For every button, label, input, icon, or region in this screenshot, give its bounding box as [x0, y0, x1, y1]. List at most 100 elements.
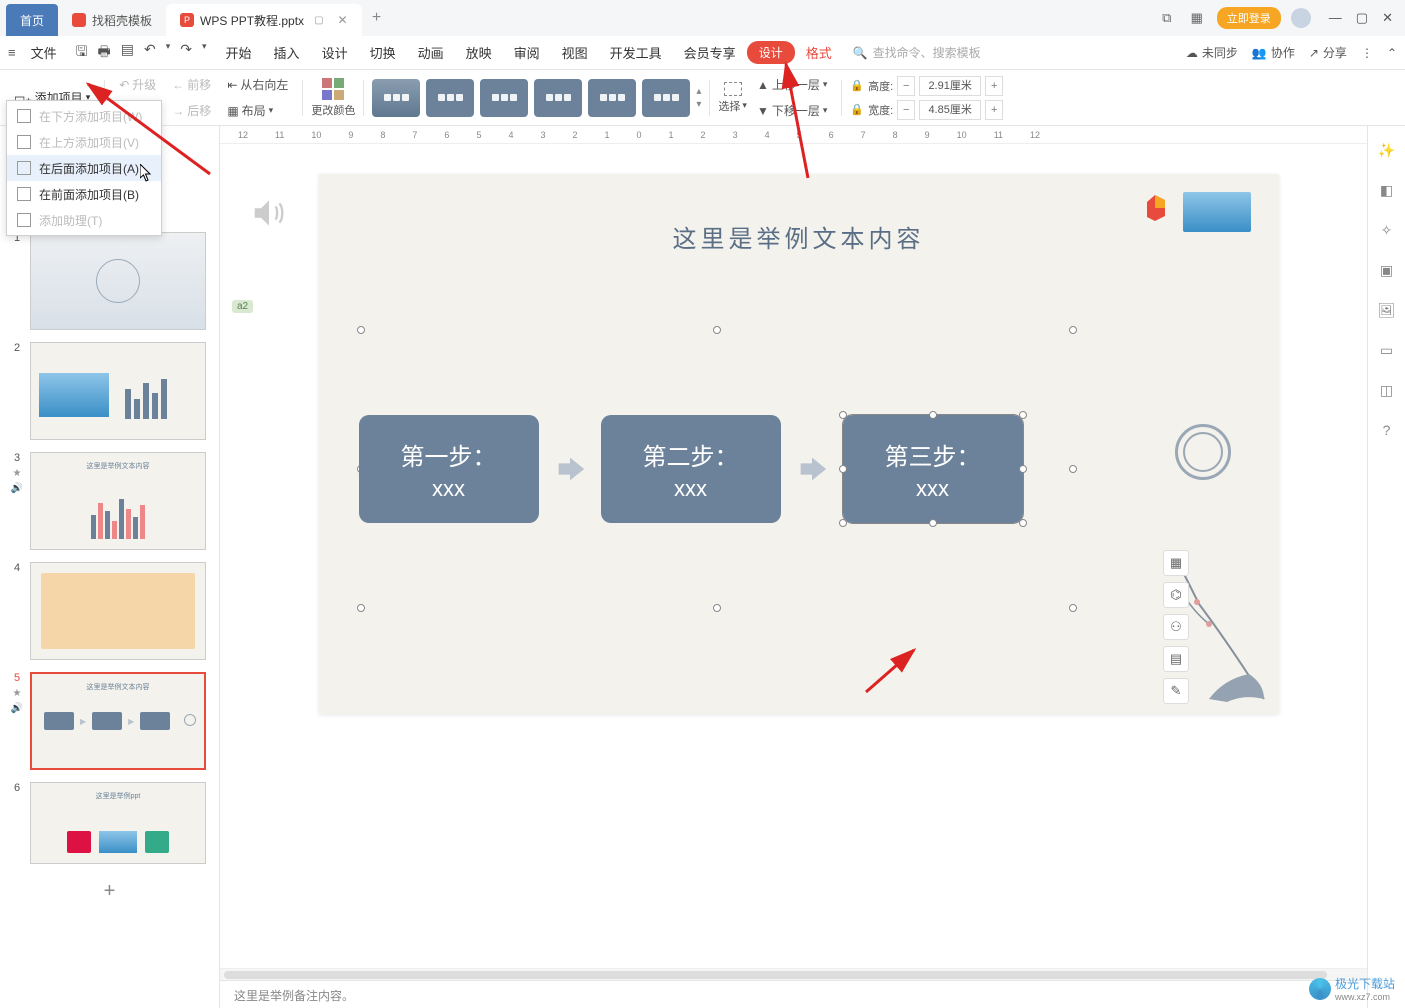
speaker-icon[interactable]: [250, 194, 288, 232]
menu-file[interactable]: 文件: [20, 43, 68, 62]
tab-close-icon[interactable]: ✕: [338, 13, 348, 27]
menu-design[interactable]: 设计: [311, 43, 359, 62]
add-slide-button[interactable]: +: [0, 870, 219, 912]
move-front-button[interactable]: ←前移: [166, 73, 217, 96]
apps-icon[interactable]: ▦: [1187, 10, 1207, 26]
select-button[interactable]: 选择▾: [718, 82, 747, 114]
layout-button[interactable]: ▦布局▾: [221, 99, 294, 122]
style-6[interactable]: [642, 79, 690, 117]
window-close[interactable]: ✕: [1382, 10, 1393, 26]
rs-style-icon[interactable]: ◧: [1377, 180, 1397, 200]
smartart-group[interactable]: 第一步：xxx 第二步：xxx 第三步：xxx: [359, 409, 1239, 529]
more-vert-icon[interactable]: ⋮: [1361, 46, 1373, 60]
dd-add-after[interactable]: 在后面添加项目(A): [7, 155, 161, 181]
width-lock-icon[interactable]: 🔒: [850, 103, 864, 116]
menu-review[interactable]: 审阅: [503, 43, 551, 62]
comment-tag[interactable]: a2: [232, 300, 253, 313]
unsync-button[interactable]: ☁未同步: [1186, 44, 1238, 61]
qat-more-icon[interactable]: ▾: [202, 41, 207, 65]
tab-home[interactable]: 首页: [6, 4, 58, 36]
login-button[interactable]: 立即登录: [1217, 7, 1281, 29]
rs-magic-icon[interactable]: ✨: [1377, 140, 1397, 160]
collapse-icon[interactable]: ⌃: [1387, 46, 1397, 60]
search-box[interactable]: 🔍 查找命令、搜索模板: [853, 44, 1023, 61]
qat-redo-icon[interactable]: ↷: [180, 41, 192, 65]
style-5[interactable]: [588, 79, 636, 117]
avatar-icon[interactable]: [1291, 8, 1311, 28]
style-1[interactable]: [372, 79, 420, 117]
style-gallery[interactable]: ▴ ▾: [372, 79, 701, 117]
menu-animation[interactable]: 动画: [407, 43, 455, 62]
tab-restore-icon[interactable]: ▢: [314, 15, 323, 26]
tab-template[interactable]: 找稻壳模板: [58, 4, 166, 36]
thumb-1[interactable]: [30, 232, 206, 330]
menu-member[interactable]: 会员专享: [673, 43, 747, 62]
horizontal-scrollbar[interactable]: [220, 968, 1367, 980]
qat-preview-icon[interactable]: ▤: [121, 41, 134, 65]
new-tab-button[interactable]: +: [362, 9, 392, 27]
ft-notes-icon[interactable]: ▤: [1163, 646, 1189, 672]
share-button[interactable]: ↗分享: [1309, 44, 1347, 61]
rs-book-icon[interactable]: ▭: [1377, 340, 1397, 360]
menu-smartart-design[interactable]: 设计: [747, 41, 795, 64]
width-plus[interactable]: +: [985, 100, 1003, 120]
rs-layout-icon[interactable]: ▣: [1377, 260, 1397, 280]
dd-add-before[interactable]: 在前面添加项目(B): [7, 181, 161, 207]
upgrade-button[interactable]: ↶升级: [113, 73, 162, 96]
menu-format[interactable]: 格式: [795, 43, 843, 62]
rs-help-icon[interactable]: ?: [1377, 420, 1397, 440]
height-input[interactable]: 2.91厘米: [919, 76, 981, 96]
style-3[interactable]: [480, 79, 528, 117]
thumb-6[interactable]: 这里是举例ppt: [30, 782, 206, 864]
coop-button[interactable]: 👥协作: [1252, 44, 1295, 61]
menu-view[interactable]: 视图: [551, 43, 599, 62]
width-minus[interactable]: −: [897, 100, 915, 120]
gallery-down-icon[interactable]: ▾: [696, 99, 701, 110]
change-color-button[interactable]: 更改颜色: [311, 78, 355, 118]
slide-title[interactable]: 这里是举例文本内容: [319, 219, 1279, 254]
height-minus[interactable]: −: [897, 76, 915, 96]
qat-undo-drop-icon[interactable]: ▾: [166, 41, 171, 65]
notes-area[interactable]: 这里是举例备注内容。: [220, 980, 1367, 1008]
window-minimize[interactable]: —: [1329, 10, 1342, 26]
style-2[interactable]: [426, 79, 474, 117]
step-box-1[interactable]: 第一步：xxx: [359, 415, 539, 523]
menu-start[interactable]: 开始: [215, 43, 263, 62]
ft-pen-icon[interactable]: ✎: [1163, 678, 1189, 704]
thumb-5[interactable]: 这里是举例文本内容▶▶: [30, 672, 206, 770]
rs-image-icon[interactable]: 🖼: [1377, 300, 1397, 320]
menu-transition[interactable]: 切换: [359, 43, 407, 62]
rs-cube-icon[interactable]: ◫: [1377, 380, 1397, 400]
dd-add-above[interactable]: 在上方添加项目(V): [7, 129, 161, 155]
layout-icon[interactable]: ⧉: [1157, 10, 1177, 26]
thumb-3[interactable]: 这里是举例文本内容: [30, 452, 206, 550]
qat-save-icon[interactable]: 🖫: [76, 41, 88, 65]
dd-add-assistant[interactable]: 添加助理(T): [7, 207, 161, 233]
ft-layout-icon[interactable]: ▦: [1163, 550, 1189, 576]
height-plus[interactable]: +: [985, 76, 1003, 96]
ft-hierarchy-icon[interactable]: ⌬: [1163, 582, 1189, 608]
slide-canvas[interactable]: 这里是举例文本内容 第一步：xxx 第二步：xxx 第三: [319, 174, 1279, 714]
rtl-button[interactable]: ⇤从右向左: [221, 73, 294, 96]
thumb-2[interactable]: [30, 342, 206, 440]
gallery-up-icon[interactable]: ▴: [696, 86, 701, 97]
step-box-3[interactable]: 第三步：xxx: [843, 415, 1023, 523]
step-box-2[interactable]: 第二步：xxx: [601, 415, 781, 523]
slide-panel[interactable]: 1 2 3★🔊这里是举例文本内容 4 5★🔊这里是举例文本内容▶▶ 6这里是举例…: [0, 126, 220, 1008]
move-back-button[interactable]: →后移: [166, 99, 217, 122]
down-layer-button[interactable]: ▼下移一层▾: [751, 99, 833, 122]
window-maximize[interactable]: ▢: [1356, 10, 1368, 26]
qat-undo-icon[interactable]: ↶: [144, 41, 156, 65]
rs-star-icon[interactable]: ✧: [1377, 220, 1397, 240]
qat-print-icon[interactable]: 🖶: [98, 41, 111, 65]
menu-slideshow[interactable]: 放映: [455, 43, 503, 62]
menu-insert[interactable]: 插入: [263, 43, 311, 62]
hamburger-icon[interactable]: ≡: [8, 45, 16, 60]
up-layer-button[interactable]: ▲上移一层▾: [751, 73, 833, 96]
height-lock-icon[interactable]: 🔒: [850, 79, 864, 92]
ft-org-icon[interactable]: ⚇: [1163, 614, 1189, 640]
thumb-4[interactable]: [30, 562, 206, 660]
dd-add-below[interactable]: 在下方添加项目(W): [7, 103, 161, 129]
style-4[interactable]: [534, 79, 582, 117]
tab-document[interactable]: P WPS PPT教程.pptx ▢ ✕: [166, 4, 362, 36]
